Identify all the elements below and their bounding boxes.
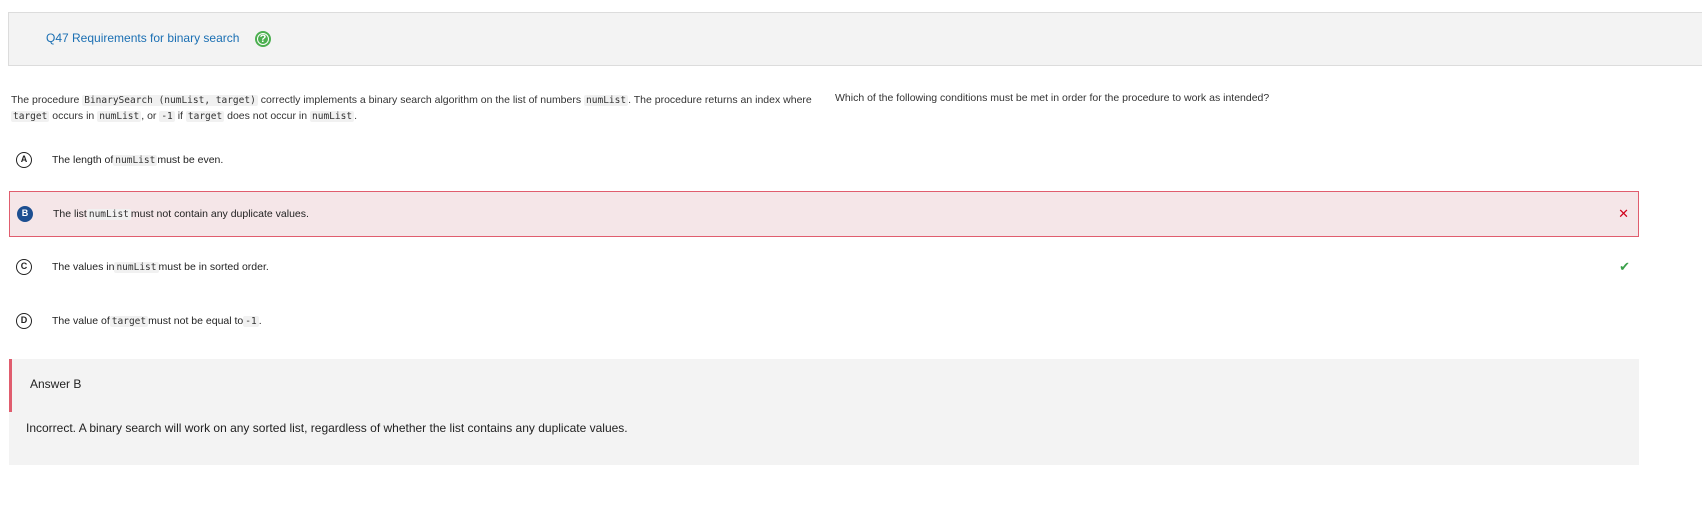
code-numlist: numList xyxy=(97,110,142,122)
answer-accent-bar xyxy=(9,359,12,412)
correct-check-icon: ✔ xyxy=(1619,259,1630,274)
question-header: Q47 Requirements for binary search ? xyxy=(8,12,1702,66)
code-minus-one: -1 xyxy=(159,110,175,122)
option-letter: A xyxy=(16,152,32,168)
question-stem: The procedure BinarySearch (numList, tar… xyxy=(11,94,812,122)
answer-explanation: Incorrect. A binary search will work on … xyxy=(26,421,628,435)
option-text: The value of target must not be equal to -1… xyxy=(52,315,262,327)
code-numlist: numList xyxy=(584,95,629,106)
option-text: The length of numList must be even. xyxy=(52,154,224,166)
option-letter: C xyxy=(16,259,32,275)
option-c[interactable]: C The values in numList must be in sorted … xyxy=(9,245,1639,291)
option-b[interactable]: B The list numList must not contain any du… xyxy=(9,191,1639,237)
answer-panel: Answer B Incorrect. A binary search will… xyxy=(9,359,1639,465)
option-a[interactable]: A The length of numList must be even. xyxy=(9,138,1639,184)
help-icon[interactable]: ? xyxy=(255,31,271,47)
code-target: target xyxy=(185,110,225,122)
question-title: Q47 Requirements for binary search xyxy=(46,31,240,45)
incorrect-x-icon: ✕ xyxy=(1618,206,1629,221)
answer-label: Answer B xyxy=(30,377,82,391)
option-letter: D xyxy=(16,313,32,329)
code-target: target xyxy=(11,110,50,122)
option-text: The list numList must not contain any dupl… xyxy=(53,208,309,220)
option-text: The values in numList must be in sorted or… xyxy=(52,261,269,273)
option-letter: B xyxy=(17,206,33,222)
question-prompt: Which of the following conditions must b… xyxy=(835,92,1270,104)
option-d[interactable]: D The value of target must not be equal to… xyxy=(9,299,1639,345)
code-numlist: numList xyxy=(310,110,355,122)
code-binarysearch: BinarySearch (numList, target) xyxy=(82,95,258,106)
